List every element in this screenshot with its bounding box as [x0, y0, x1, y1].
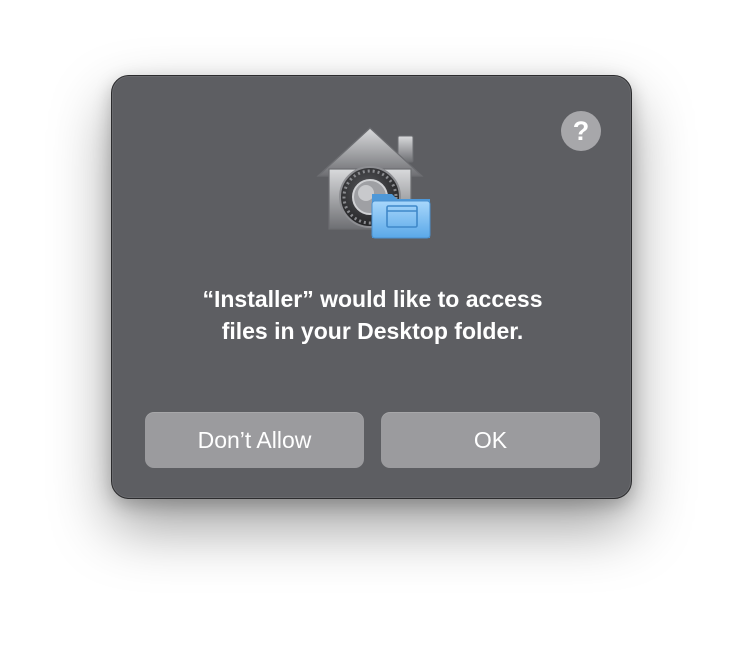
security-house-folder-icon [316, 127, 431, 239]
permission-dialog: ? “Installer” would like to access files… [111, 75, 632, 499]
help-button[interactable]: ? [561, 111, 601, 151]
dont-allow-button[interactable]: Don’t Allow [145, 412, 364, 468]
ok-button[interactable]: OK [381, 412, 600, 468]
message-line-2: files in your Desktop folder. [221, 318, 524, 344]
permission-message: “Installer” would like to access files i… [132, 283, 613, 347]
message-line-1: “Installer” would like to access [202, 286, 543, 312]
